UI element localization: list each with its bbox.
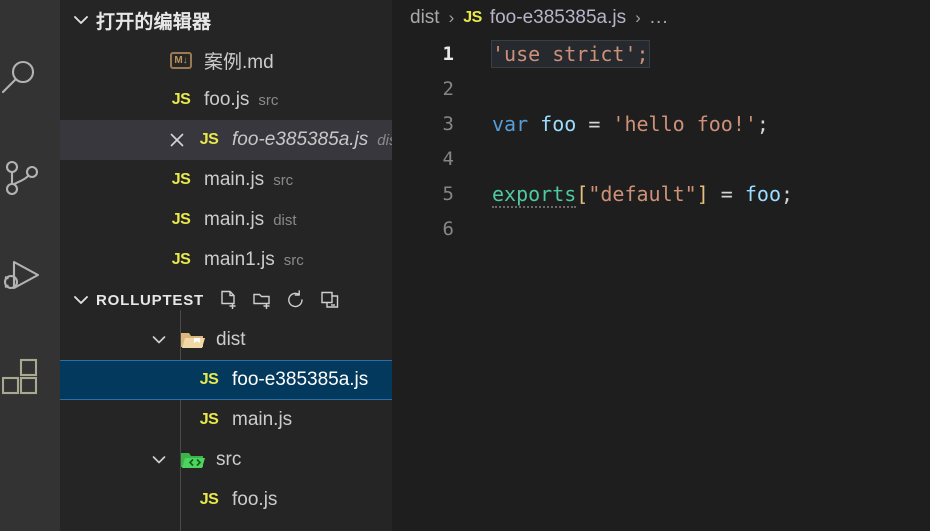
open-editors-title: 打开的编辑器 <box>96 11 212 33</box>
line-number: 1 <box>442 42 454 65</box>
tree-file-name: foo-e385385a.js <box>232 369 369 390</box>
open-editor-item[interactable]: JS foo.js src <box>60 80 392 120</box>
code-token: [ <box>576 181 589 206</box>
open-editor-name: foo-e385385a.js <box>232 129 369 150</box>
code-token: exports <box>492 181 577 208</box>
code-token: = <box>576 111 613 136</box>
code-token: foo <box>540 111 577 136</box>
explorer-sidebar: 打开的编辑器 M↓ 案例.md JS foo.js src JS foo-e38… <box>60 0 392 531</box>
close-icon[interactable] <box>168 131 186 149</box>
code-token: 'use strict'; <box>491 39 650 68</box>
tree-file[interactable]: JS main.js <box>60 400 392 440</box>
tree-file[interactable]: JS foo.js <box>60 480 392 520</box>
js-file-icon: JS <box>199 371 219 388</box>
open-editor-name: main.js <box>204 209 265 230</box>
chevron-down-icon <box>70 289 92 311</box>
markdown-file-icon: M↓ <box>166 49 196 71</box>
chevron-right-icon: › <box>448 8 455 27</box>
line-content[interactable]: exports["default"] = foo; <box>462 181 794 208</box>
js-file-icon: JS <box>199 131 219 148</box>
tree-folder-name: dist <box>216 329 246 350</box>
breadcrumb-folder[interactable]: dist <box>410 7 440 29</box>
search-icon[interactable] <box>0 52 60 104</box>
open-editor-name: main1.js <box>204 249 275 270</box>
open-editor-item[interactable]: JS main1.js src <box>60 240 392 280</box>
open-editor-item-active[interactable]: JS foo-e385385a.js dist <box>60 120 392 160</box>
line-number: 2 <box>442 77 454 100</box>
js-file-icon: JS <box>171 211 191 228</box>
code-line: 3 var foo = 'hello foo!'; <box>392 106 930 141</box>
tree-folder-dist[interactable]: dist <box>60 320 392 360</box>
js-file-icon: JS <box>199 491 219 508</box>
vscode-window: 打开的编辑器 M↓ 案例.md JS foo.js src JS foo-e38… <box>0 0 930 531</box>
explorer-title: ROLLUPTEST <box>96 291 204 309</box>
code-line: 6 <box>392 211 930 246</box>
code-line: 5 exports["default"] = foo; <box>392 176 930 211</box>
open-editors-header[interactable]: 打开的编辑器 <box>60 0 392 40</box>
code-token: ; <box>781 181 794 206</box>
explorer-actions <box>218 290 340 310</box>
refresh-icon[interactable] <box>286 290 306 310</box>
breadcrumb: dist › JS foo-e385385a.js › ... <box>392 0 930 36</box>
explorer-folder-header[interactable]: ROLLUPTEST <box>60 280 392 320</box>
open-editor-desc: src <box>283 251 304 269</box>
line-number: 4 <box>442 147 454 170</box>
open-editor-name: main.js <box>204 169 265 190</box>
code-line: 4 <box>392 141 930 176</box>
collapse-all-icon[interactable] <box>320 290 340 310</box>
js-file-icon: JS <box>171 171 191 188</box>
open-editor-item[interactable]: M↓ 案例.md <box>60 40 392 80</box>
tree-folder-src[interactable]: src <box>60 440 392 480</box>
js-file-icon: JS <box>199 411 219 428</box>
open-editor-item[interactable]: JS main.js dist <box>60 200 392 240</box>
new-folder-icon[interactable] <box>252 290 272 310</box>
tree-file[interactable]: JS main.js <box>60 520 392 531</box>
chevron-down-icon[interactable] <box>148 329 170 351</box>
js-file-icon: JS <box>171 91 191 108</box>
line-number: 5 <box>442 182 454 205</box>
open-editor-item[interactable]: JS main.js src <box>60 160 392 200</box>
chevron-right-icon: › <box>635 8 641 27</box>
line-number: 3 <box>442 112 454 135</box>
code-line: 1 'use strict'; <box>392 36 930 71</box>
tree-file-selected[interactable]: JS foo-e385385a.js <box>60 360 392 400</box>
new-file-icon[interactable] <box>218 290 238 310</box>
line-content[interactable]: 'use strict'; <box>462 39 650 68</box>
breadcrumb-overflow[interactable]: ... <box>650 7 669 29</box>
tree-folder-name: src <box>216 449 242 470</box>
js-file-icon: JS <box>171 251 191 268</box>
code-token: foo <box>744 181 782 206</box>
js-file-icon: JS <box>463 9 482 26</box>
code-editor: dist › JS foo-e385385a.js › ... 1 'use s… <box>392 0 930 531</box>
code-token: "default" <box>588 181 697 206</box>
code-token: ] <box>696 181 709 206</box>
code-token: ; <box>756 111 769 136</box>
code-line: 2 <box>392 71 930 106</box>
run-debug-icon[interactable] <box>0 252 60 304</box>
source-control-icon[interactable] <box>0 152 60 204</box>
tree-file-name: foo.js <box>232 489 278 510</box>
code-token: var <box>492 111 529 136</box>
code-lines[interactable]: 1 'use strict'; 2 3 var foo = 'hello foo… <box>392 36 930 531</box>
open-editor-desc: src <box>258 91 279 109</box>
open-editor-desc: dist <box>377 131 392 149</box>
breadcrumb-file[interactable]: foo-e385385a.js <box>490 7 626 29</box>
open-editor-desc: dist <box>273 211 297 229</box>
line-number: 6 <box>442 217 454 240</box>
code-token: = <box>708 181 745 206</box>
code-token: 'hello foo!' <box>612 111 757 136</box>
chevron-down-icon[interactable] <box>148 449 170 471</box>
line-content[interactable]: var foo = 'hello foo!'; <box>462 112 769 136</box>
open-editor-name: 案例.md <box>204 51 274 73</box>
chevron-down-icon <box>70 9 92 31</box>
folder-dist-icon <box>178 329 208 351</box>
folder-src-icon <box>178 449 208 471</box>
activity-bar <box>0 0 60 531</box>
extensions-icon[interactable] <box>0 352 60 404</box>
open-editor-name: foo.js <box>204 89 250 110</box>
tree-file-name: main.js <box>232 409 293 430</box>
open-editor-desc: src <box>273 171 294 189</box>
